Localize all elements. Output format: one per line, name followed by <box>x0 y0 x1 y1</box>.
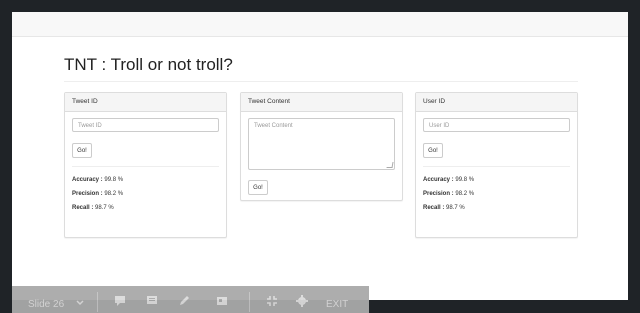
tweet-id-go-button[interactable]: Go! <box>72 143 92 158</box>
tweet-content-go-button[interactable]: Go! <box>248 180 268 195</box>
pen-icon[interactable] <box>178 295 190 307</box>
speaker-notes-icon[interactable] <box>114 295 126 307</box>
panel-divider <box>72 166 219 167</box>
chevron-down-icon[interactable] <box>76 300 84 306</box>
precision-stat: Precision : 98.2 % <box>423 191 475 197</box>
title-divider <box>64 81 578 82</box>
exit-button[interactable]: EXIT <box>326 299 348 310</box>
resize-handle-icon[interactable] <box>386 162 394 168</box>
recall-stat: Recall : 98.7 % <box>72 205 114 211</box>
accuracy-stat: Accuracy : 99.8 % <box>423 177 475 183</box>
panel-heading: Tweet Content <box>241 93 402 112</box>
gear-icon[interactable] <box>296 295 308 307</box>
comment-icon[interactable] <box>146 295 158 307</box>
tweet-id-input[interactable]: Tweet ID <box>72 118 219 132</box>
panel-divider <box>423 166 570 167</box>
tweet-content-textarea[interactable]: Tweet Content <box>248 118 395 170</box>
presentation-toolbar: Slide 26 EXIT <box>12 286 369 313</box>
page-title: TNT : Troll or not troll? <box>64 55 233 74</box>
tweet-content-panel: Tweet Content Tweet Content Go! <box>240 92 403 201</box>
slide-number-label[interactable]: Slide 26 <box>28 299 64 310</box>
navbar <box>12 12 628 37</box>
textarea-placeholder: Tweet Content <box>254 123 293 129</box>
toolbar-divider <box>97 292 98 312</box>
accuracy-stat: Accuracy : 99.8 % <box>72 177 124 183</box>
toolbar-divider <box>249 292 250 312</box>
recall-stat: Recall : 98.7 % <box>423 205 465 211</box>
precision-stat: Precision : 98.2 % <box>72 191 124 197</box>
slides-icon[interactable] <box>216 295 228 307</box>
minimize-icon[interactable] <box>266 295 278 307</box>
user-id-panel: User ID User ID Go! Accuracy : 99.8 % Pr… <box>415 92 578 238</box>
user-id-input[interactable]: User ID <box>423 118 570 132</box>
tweet-id-panel: Tweet ID Tweet ID Go! Accuracy : 99.8 % … <box>64 92 227 238</box>
panel-heading: User ID <box>416 93 577 112</box>
user-id-go-button[interactable]: Go! <box>423 143 443 158</box>
slide-frame: TNT : Troll or not troll? Tweet ID Tweet… <box>12 12 628 300</box>
panel-heading: Tweet ID <box>65 93 226 112</box>
